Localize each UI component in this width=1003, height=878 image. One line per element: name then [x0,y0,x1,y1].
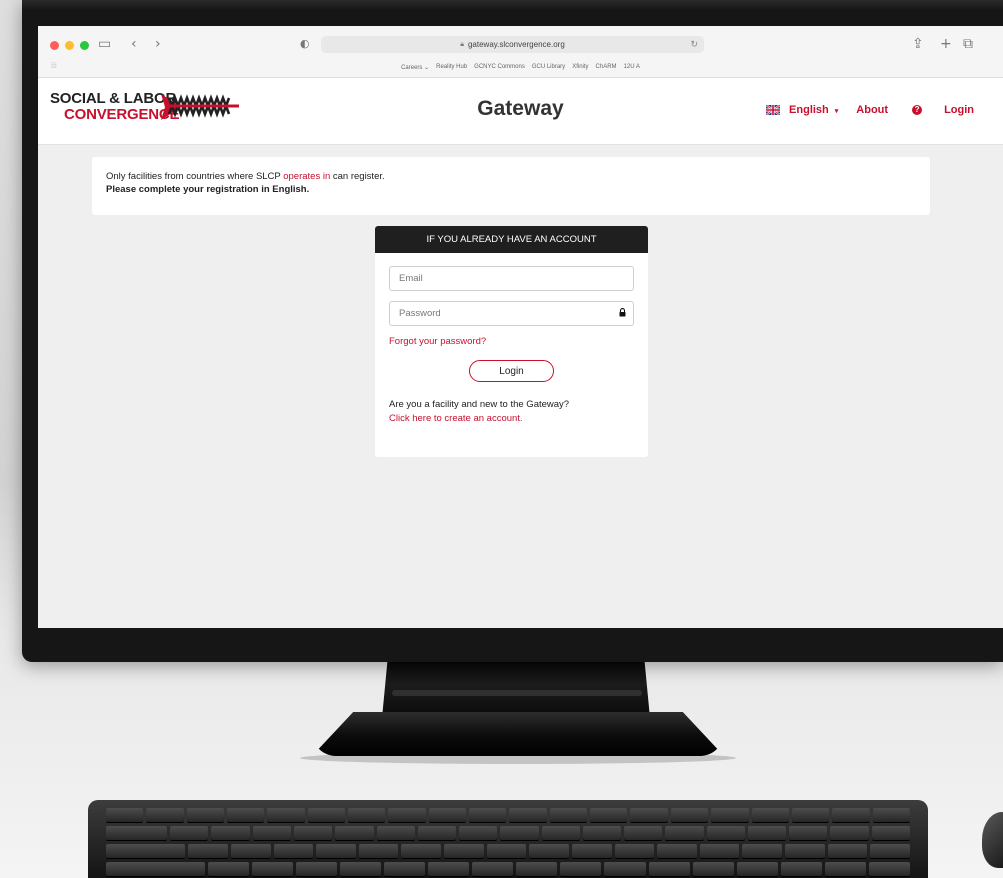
bookmark-item[interactable]: Xfinity [572,64,588,70]
email-field-wrapper [389,266,634,291]
language-selector[interactable]: English ▾ [789,104,838,116]
site-header: SOCIAL & LABOR CONVERGENCE Gateway Engli… [38,78,1003,145]
monitor-bezel: ▭ ‹ › ◐ 🔒︎ gateway.slconvergence.org ↻ ⇪… [22,0,1003,662]
email-field[interactable] [390,267,633,290]
url-text: gateway.slconvergence.org [467,40,565,49]
bookmark-item[interactable]: Reality Hub [436,64,467,70]
lock-icon [619,308,626,317]
new-tab-icon[interactable]: + [940,37,952,51]
nav-login-link[interactable]: Login [944,104,974,116]
keyboard-row [106,808,910,822]
bookmark-item[interactable]: GCNYC Commons [474,64,525,70]
computer-mouse [982,812,1003,868]
nav-about-link[interactable]: About [856,104,888,116]
keyboard-row [106,862,911,876]
window-controls [50,41,89,50]
create-account-link[interactable]: Click here to create an account. [389,413,634,424]
keyboard-row [106,826,910,840]
login-button[interactable]: Login [469,360,554,382]
browser-toolbar: ▭ ‹ › ◐ 🔒︎ gateway.slconvergence.org ↻ ⇪… [38,26,1003,78]
password-field-wrapper [389,301,634,326]
forward-arrow-icon[interactable]: › [155,37,161,51]
login-card-heading: IF YOU ALREADY HAVE AN ACCOUNT [375,226,648,253]
shield-icon[interactable]: ◐ [300,37,310,51]
address-bar[interactable]: 🔒︎ gateway.slconvergence.org ↻ [321,36,704,53]
bookmark-item[interactable]: 12U A [624,64,640,70]
login-form: Forgot your password? Login Are you a fa… [375,253,648,437]
monitor-stand-base [312,712,724,756]
registration-notice: Only facilities from countries where SLC… [92,157,930,215]
operates-in-link[interactable]: operates in [283,171,330,182]
bookmark-item[interactable]: ChARM [596,64,617,70]
chevron-down-icon: ▾ [834,108,839,115]
new-facility-prompt: Are you a facility and new to the Gatewa… [389,399,570,410]
bookmark-item[interactable]: Careers ⌄ [401,64,429,71]
stand-highlight [392,690,642,696]
help-icon[interactable]: ? [912,105,923,115]
bookmark-item[interactable]: GCU Library [532,64,565,70]
share-icon[interactable]: ⇪ [912,37,924,51]
main-content: Only facilities from countries where SLC… [38,145,1003,628]
language-label: English [789,104,829,116]
tabs-overview-icon[interactable]: ⧉ [963,37,973,51]
url-lock-icon: 🔒︎ [460,40,464,48]
reload-icon[interactable]: ↻ [690,39,698,50]
top-nav: English ▾ About ? Login [766,104,974,116]
notice-line2: Please complete your registration in Eng… [106,184,310,195]
minimize-window-button[interactable] [65,41,74,50]
close-window-button[interactable] [50,41,59,50]
back-arrow-icon[interactable]: ‹ [131,37,137,51]
monitor-top-edge [22,0,1003,10]
notice-line1: Only facilities from countries where SLC… [106,170,916,183]
bookmarks-bar: Careers ⌄ Reality Hub GCNYC Commons GCU … [38,59,1003,75]
keyboard [88,800,928,878]
zoom-window-button[interactable] [80,41,89,50]
sidebar-toggle-icon[interactable]: ▭ [98,37,111,51]
keyboard-row [106,844,910,858]
forgot-password-link[interactable]: Forgot your password? [389,336,634,347]
login-card: IF YOU ALREADY HAVE AN ACCOUNT Forgot yo… [375,226,648,457]
uk-flag-icon [766,105,781,115]
notice-text-after: can register. [330,171,385,182]
password-field[interactable] [390,302,633,325]
browser-screen: ▭ ‹ › ◐ 🔒︎ gateway.slconvergence.org ↻ ⇪… [38,26,1003,628]
notice-text-before: Only facilities from countries where SLC… [106,171,284,182]
